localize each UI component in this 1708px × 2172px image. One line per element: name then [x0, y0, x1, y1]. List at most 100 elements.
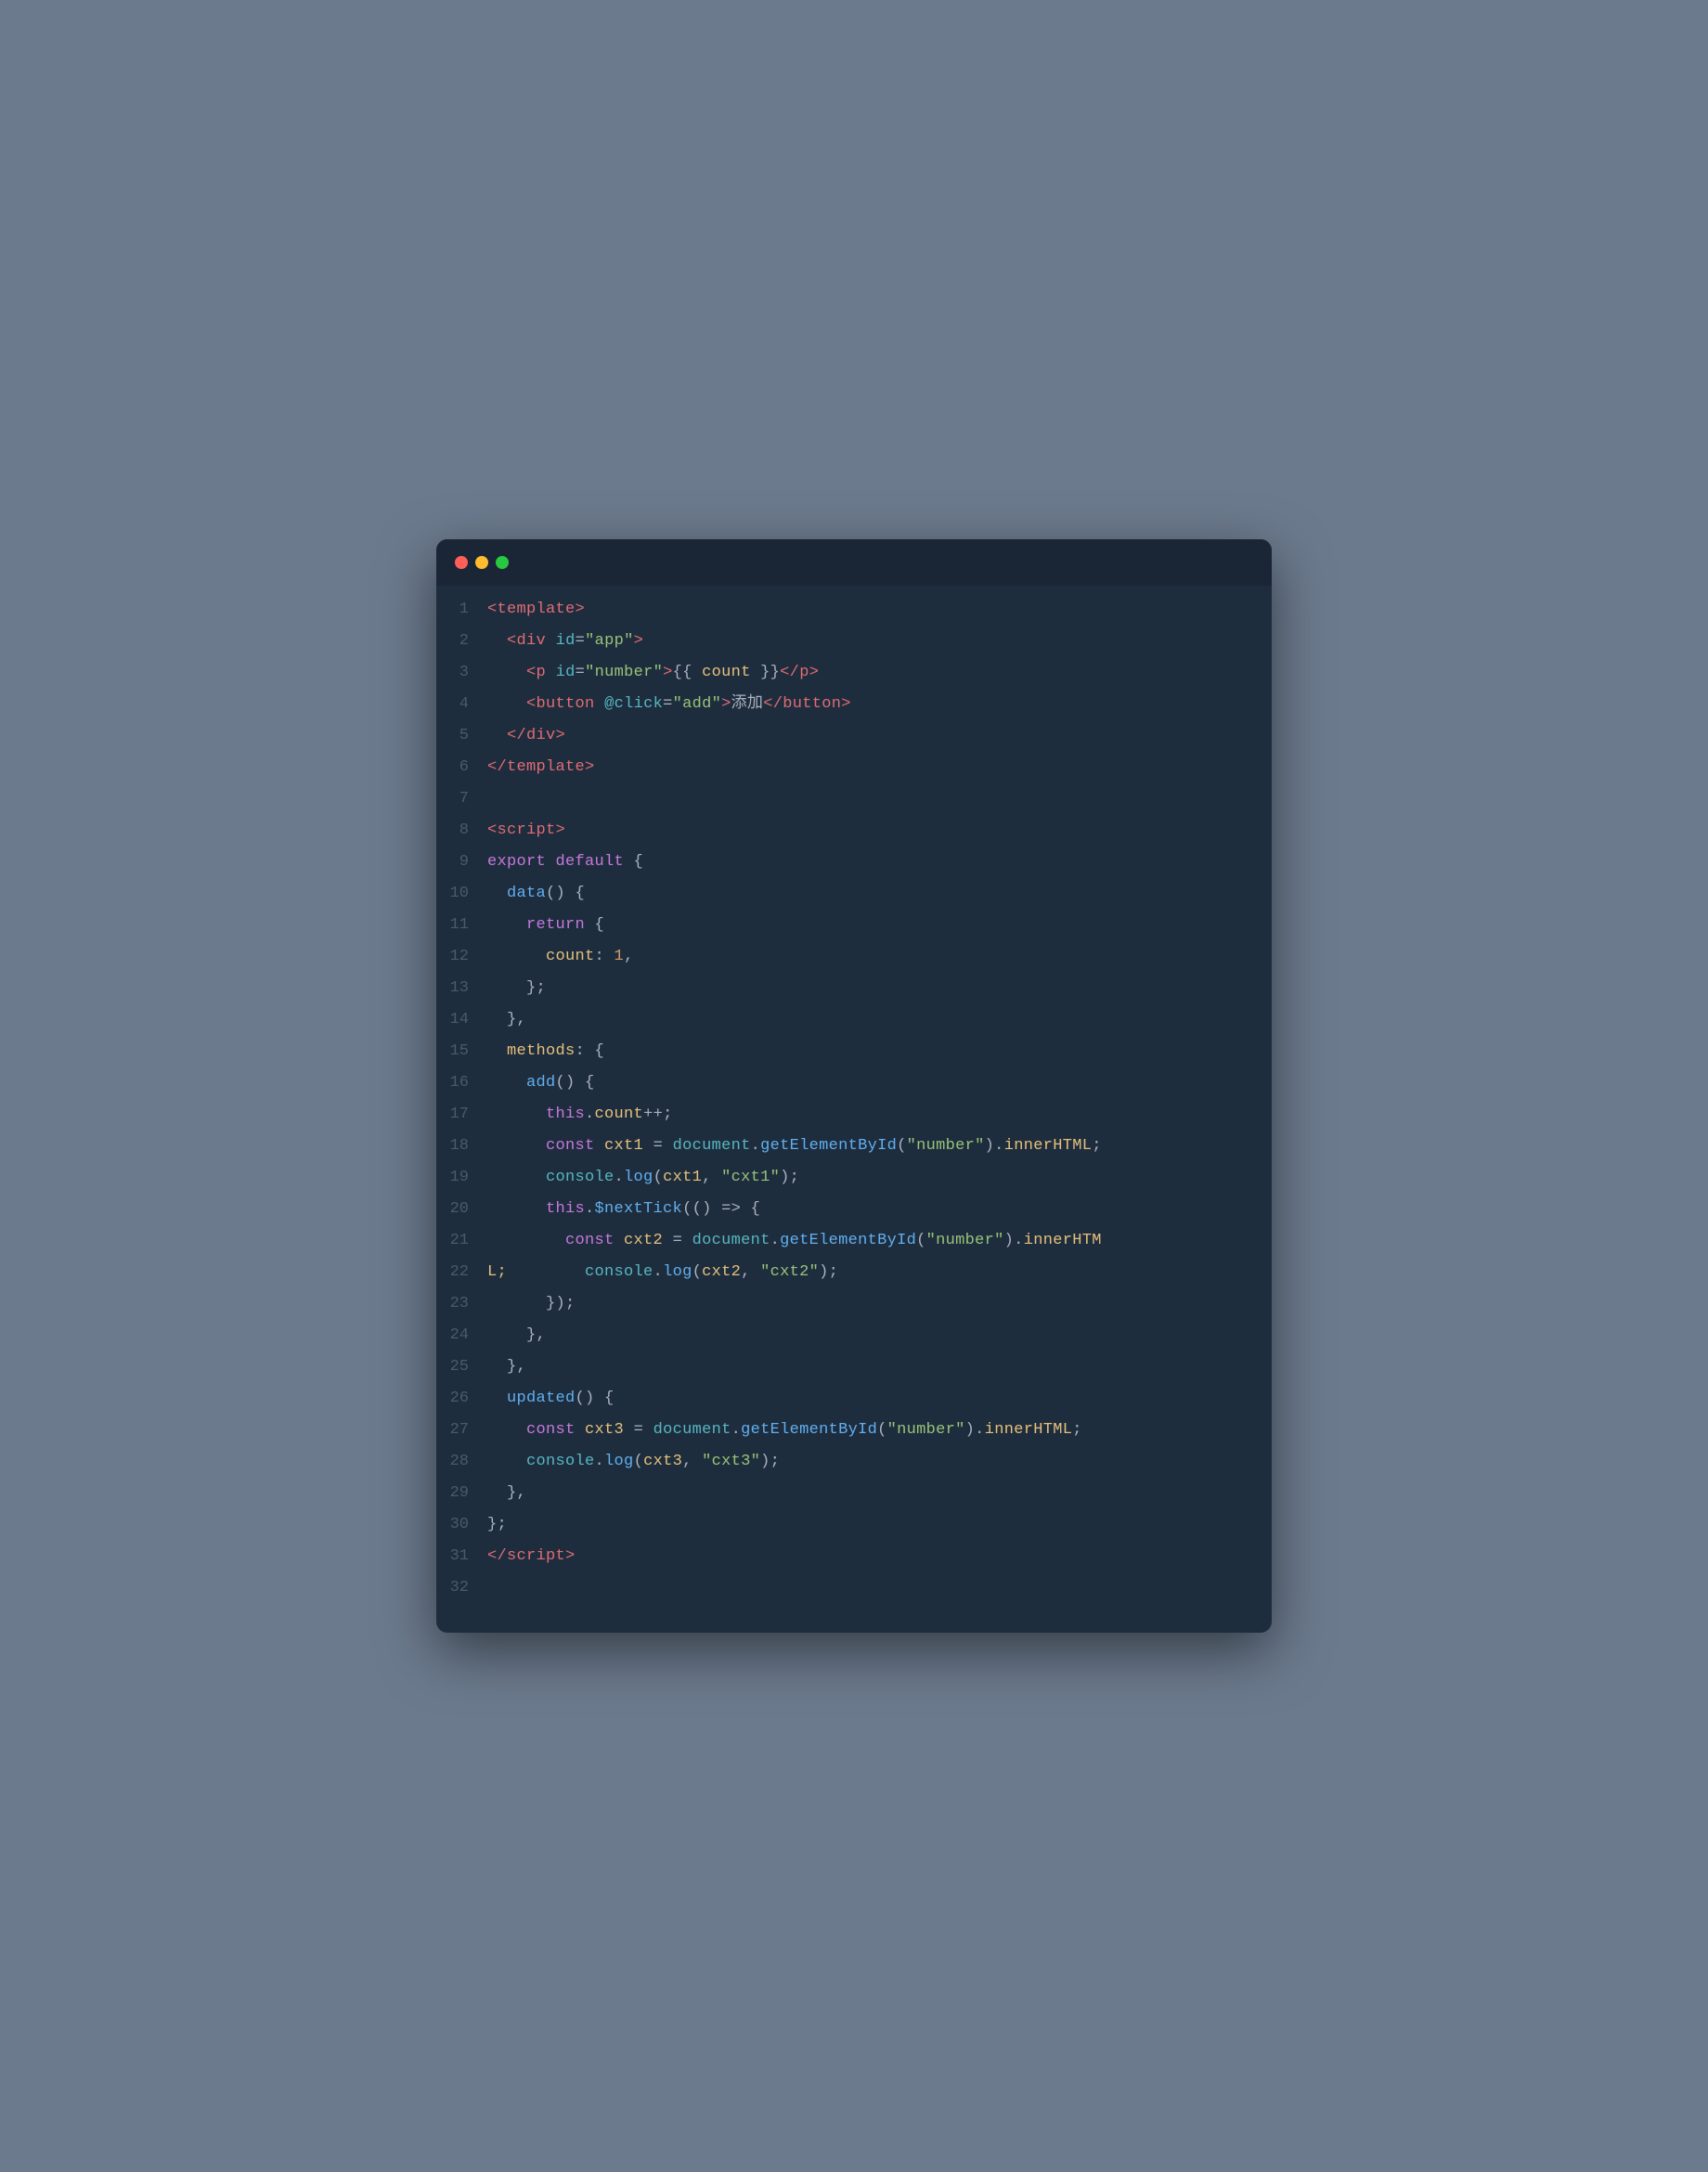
token: count: [595, 1105, 644, 1123]
token: [487, 1169, 546, 1186]
code-line: 22L; console.log(cxt2, "cxt2");: [436, 1258, 1272, 1289]
token: [487, 1232, 565, 1249]
maximize-button[interactable]: [496, 556, 509, 569]
token: [576, 1421, 586, 1439]
line-content: [487, 1575, 498, 1600]
code-line: 10 data() {: [436, 879, 1272, 911]
code-line: 9export default {: [436, 847, 1272, 879]
code-editor: 1<template>2 <div id="app">3 <p id="numb…: [436, 586, 1272, 1633]
token: [487, 664, 526, 681]
line-number: 31: [436, 1547, 487, 1565]
token: <: [507, 632, 517, 650]
token: );: [780, 1169, 799, 1186]
token: script: [507, 1547, 565, 1565]
token: [487, 1011, 507, 1028]
line-number: 16: [436, 1074, 487, 1092]
token: .: [653, 1263, 664, 1281]
token: [487, 1200, 546, 1218]
code-line: 28 console.log(cxt3, "cxt3");: [436, 1447, 1272, 1479]
code-line: 7: [436, 784, 1272, 816]
code-line: 26 updated() {: [436, 1384, 1272, 1416]
token: document: [692, 1232, 770, 1249]
line-number: 7: [436, 790, 487, 808]
token: </: [487, 758, 507, 776]
token: ++;: [643, 1105, 673, 1123]
token: [487, 948, 546, 965]
line-number: 13: [436, 979, 487, 997]
token: .: [615, 1169, 625, 1186]
token: updated: [507, 1390, 576, 1407]
token: [487, 1390, 507, 1407]
token: [546, 853, 556, 871]
line-number: 30: [436, 1516, 487, 1533]
token: p: [799, 664, 809, 681]
token: 1: [604, 948, 624, 965]
token: ).: [1004, 1232, 1024, 1249]
line-number: 2: [436, 632, 487, 650]
token: count: [702, 664, 751, 681]
code-line: 12 count: 1,: [436, 942, 1272, 974]
line-content: };: [487, 976, 546, 1001]
line-content: [487, 786, 498, 811]
token: [487, 1326, 526, 1344]
token: methods: [507, 1042, 576, 1060]
token: <: [487, 821, 498, 839]
token: () {: [546, 885, 585, 902]
token: >: [576, 601, 586, 618]
line-content: this.count++;: [487, 1102, 673, 1127]
token: ;: [1092, 1137, 1102, 1155]
token: log: [624, 1169, 653, 1186]
line-content: },: [487, 1323, 546, 1348]
line-content: const cxt3 = document.getElementById("nu…: [487, 1417, 1082, 1442]
code-line: 16 add() {: [436, 1068, 1272, 1100]
code-window: 1<template>2 <div id="app">3 <p id="numb…: [436, 539, 1272, 1633]
token: @click: [604, 695, 663, 713]
line-content: data() {: [487, 881, 585, 906]
code-line: 31</script>: [436, 1542, 1272, 1573]
line-content: add() {: [487, 1070, 595, 1095]
token: [487, 885, 507, 902]
code-line: 6</template>: [436, 753, 1272, 784]
line-number: 6: [436, 758, 487, 776]
token: [546, 664, 556, 681]
line-content: const cxt2 = document.getElementById("nu…: [487, 1228, 1102, 1253]
line-number: 11: [436, 916, 487, 934]
token: (: [877, 1421, 887, 1439]
token: {: [585, 916, 604, 934]
token: button: [783, 695, 841, 713]
code-line: 27 const cxt3 = document.getElementById(…: [436, 1416, 1272, 1447]
line-content: <button @click="add">添加</button>: [487, 692, 851, 717]
token: ;: [1072, 1421, 1082, 1439]
code-line: 2 <div id="app">: [436, 627, 1272, 658]
code-line: 11 return {: [436, 911, 1272, 942]
line-content: const cxt1 = document.getElementById("nu…: [487, 1133, 1102, 1158]
titlebar: [436, 539, 1272, 586]
token: [507, 1263, 585, 1281]
token: console: [585, 1263, 653, 1281]
token: "number": [585, 664, 663, 681]
token: div: [526, 727, 556, 744]
token: };: [526, 979, 546, 997]
close-button[interactable]: [455, 556, 468, 569]
token: =: [624, 1421, 653, 1439]
token: getElementById: [741, 1421, 877, 1439]
line-number: 22: [436, 1263, 487, 1281]
token: export: [487, 853, 546, 871]
line-number: 5: [436, 727, 487, 744]
token: <: [487, 601, 498, 618]
code-line: 32: [436, 1573, 1272, 1605]
token: },: [526, 1326, 546, 1344]
code-line: 3 <p id="number">{{ count }}</p>: [436, 658, 1272, 690]
token: console: [546, 1169, 615, 1186]
token: return: [526, 916, 585, 934]
token: ,: [682, 1453, 702, 1470]
token: >: [721, 695, 731, 713]
token: () {: [576, 1390, 615, 1407]
line-number: 1: [436, 601, 487, 618]
token: (: [916, 1232, 926, 1249]
minimize-button[interactable]: [475, 556, 488, 569]
token: },: [507, 1484, 526, 1502]
token: log: [663, 1263, 692, 1281]
token: (() => {: [682, 1200, 760, 1218]
token: cxt1: [663, 1169, 702, 1186]
